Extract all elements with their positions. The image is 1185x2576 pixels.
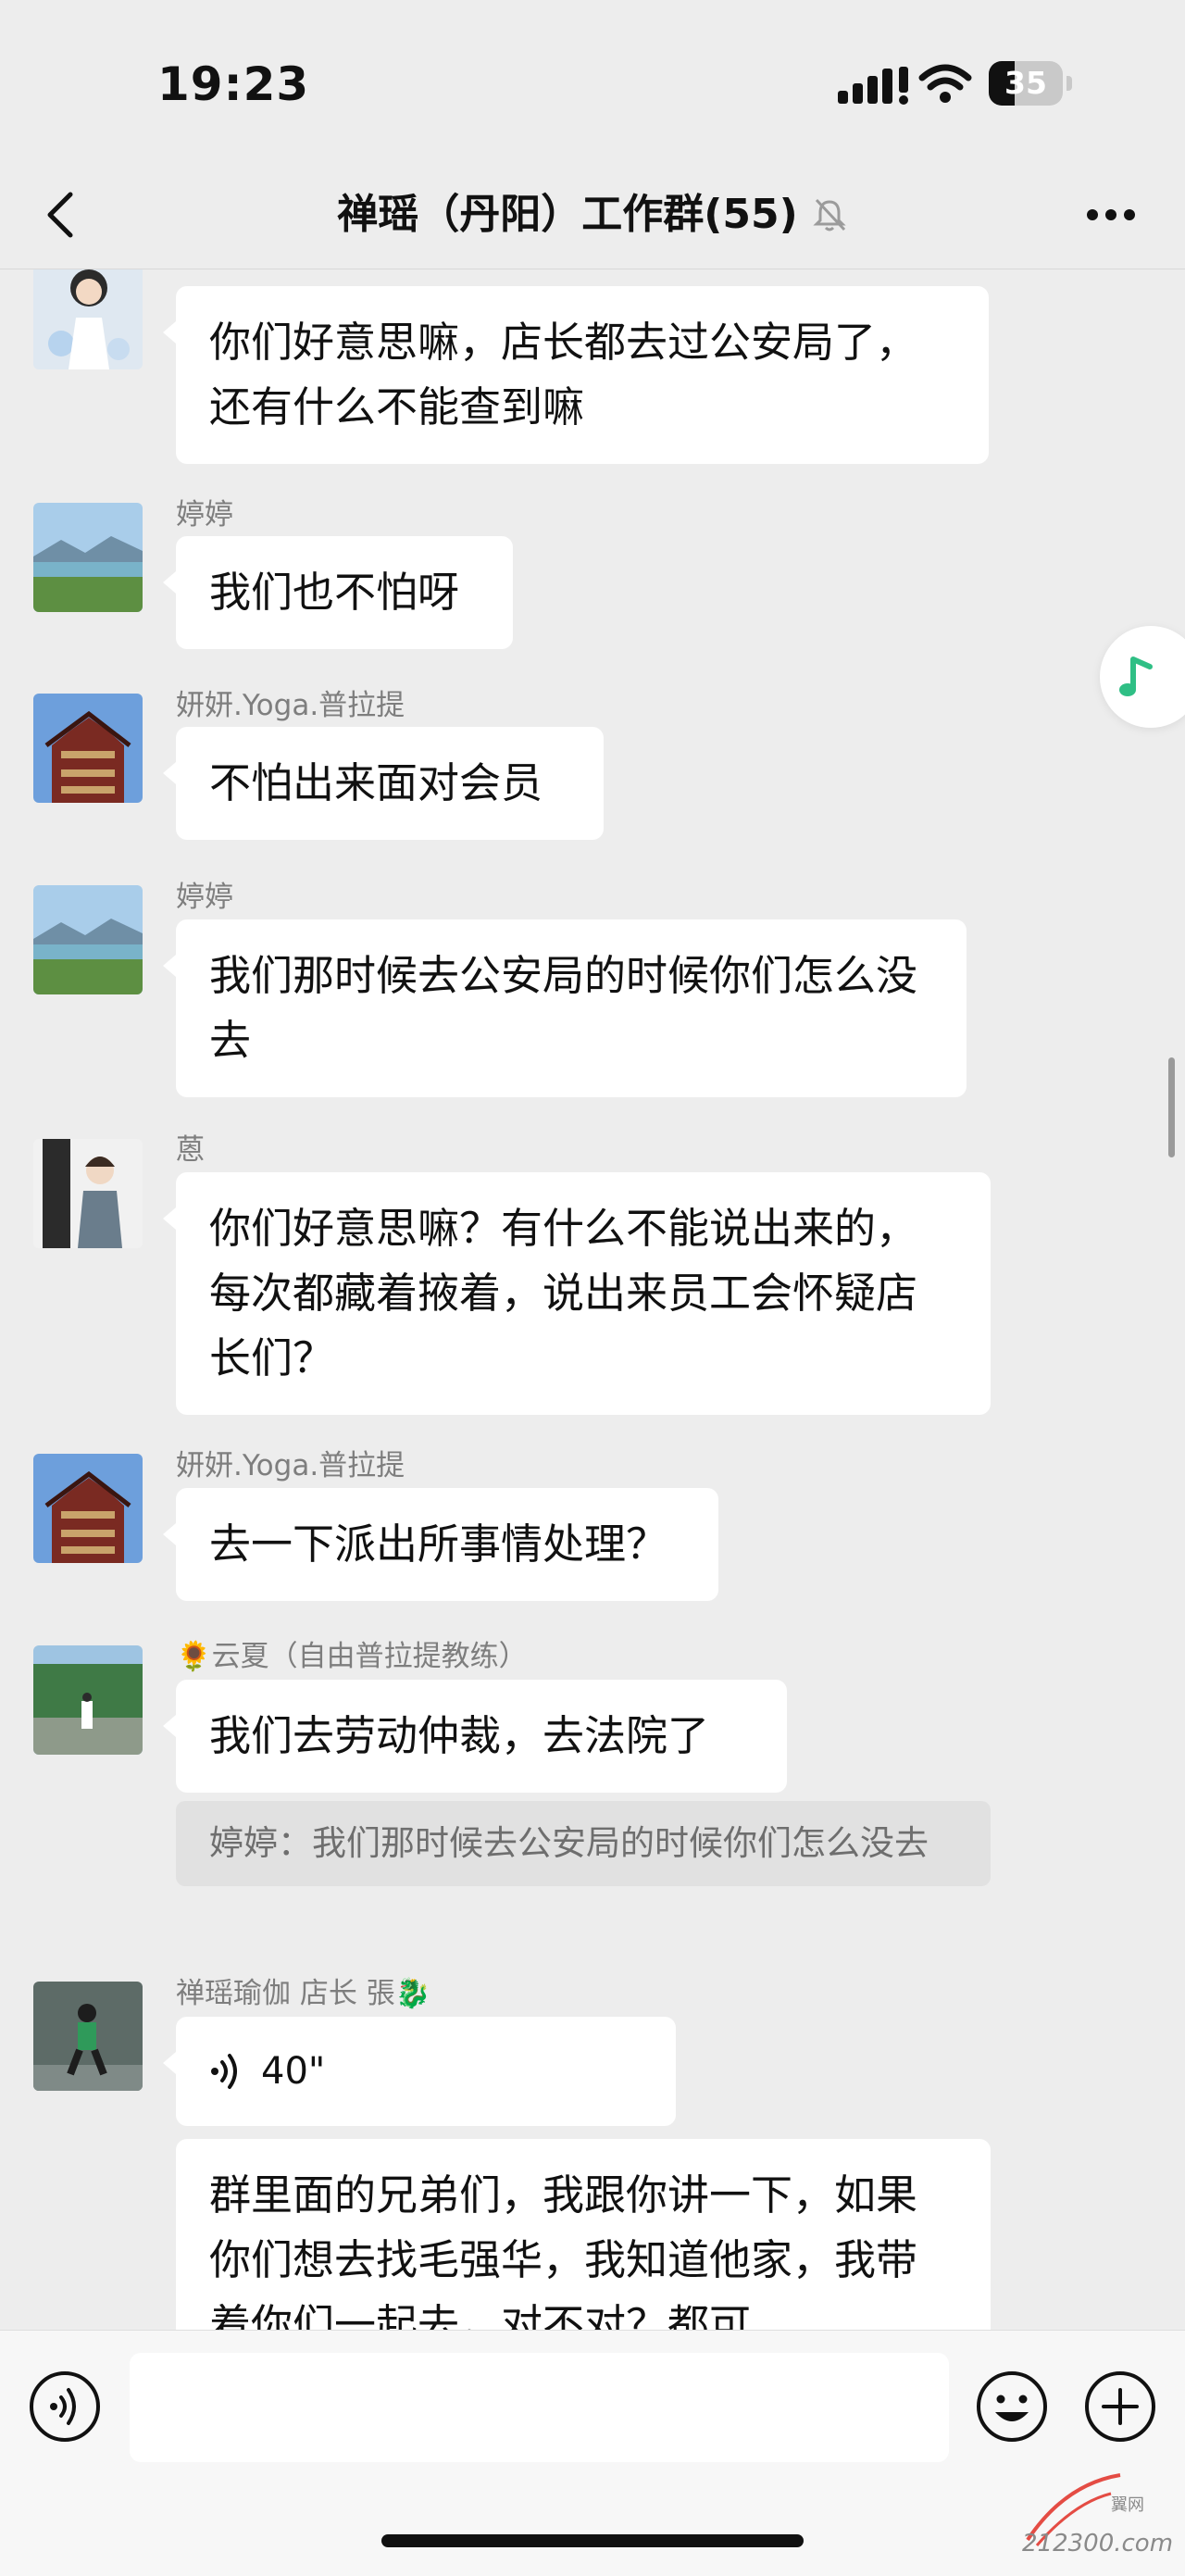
group-name: 禅瑶（丹阳）工作群(55) bbox=[337, 191, 798, 238]
quoted-reply[interactable]: 婷婷：我们那时候去公安局的时候你们怎么没去 bbox=[176, 1801, 991, 1886]
avatar[interactable] bbox=[33, 885, 143, 994]
sender-name: 禅瑶瑜伽 店长 張🐉 bbox=[176, 1977, 431, 2010]
voice-duration: 40" bbox=[261, 2050, 326, 2093]
wifi-icon bbox=[918, 64, 972, 103]
message-input[interactable] bbox=[130, 2353, 949, 2462]
voice-message[interactable]: 40" bbox=[163, 2017, 676, 2126]
quoted-text: 婷婷：我们那时候去公安局的时候你们怎么没去 bbox=[209, 1823, 929, 1863]
sender-name: 蒽 bbox=[176, 1133, 205, 1167]
status-time: 19:23 bbox=[157, 57, 310, 111]
message-text: 去一下派出所事情处理？ bbox=[209, 1519, 668, 1569]
avatar[interactable] bbox=[33, 1139, 143, 1248]
avatar[interactable] bbox=[33, 503, 143, 612]
avatar[interactable] bbox=[33, 1645, 143, 1755]
message-bubble[interactable]: 去一下派出所事情处理？ bbox=[163, 1488, 718, 1601]
avatar[interactable] bbox=[33, 269, 143, 369]
watermark-logo: 翼网 212300.com bbox=[1009, 2466, 1176, 2558]
message-list[interactable]: 你们好意思嘛，店长都去过公安局了，还有什么不能查到嘛 婷婷 我们也不怕呀 妍妍.… bbox=[0, 269, 1185, 2330]
plus-icon[interactable] bbox=[1083, 2370, 1157, 2444]
muted-bell-icon bbox=[813, 198, 846, 231]
watermark-brand: 翼网 bbox=[1111, 2495, 1144, 2515]
sender-name: 婷婷 bbox=[176, 881, 233, 914]
message-bubble[interactable]: 我们也不怕呀 bbox=[163, 536, 513, 649]
battery-indicator: 35 bbox=[989, 61, 1074, 107]
message-bubble[interactable]: 你们好意思嘛，店长都去过公安局了，还有什么不能查到嘛 bbox=[163, 286, 989, 464]
music-note-icon bbox=[1119, 657, 1153, 696]
more-options-icon[interactable] bbox=[1074, 187, 1148, 243]
scrollbar[interactable] bbox=[1168, 1057, 1175, 1157]
sender-name: 🌻云夏（自由普拉提教练） bbox=[176, 1640, 528, 1673]
message-bubble[interactable]: 不怕出来面对会员 bbox=[163, 727, 604, 840]
avatar[interactable] bbox=[33, 1982, 143, 2091]
message-bubble[interactable]: 你们好意思嘛？有什么不能说出来的，每次都藏着掖着，说出来员工会怀疑店长们？ bbox=[163, 1172, 991, 1415]
message-text: 我们也不怕呀 bbox=[209, 568, 460, 617]
chat-header: 禅瑶（丹阳）工作群(55) bbox=[0, 167, 1185, 269]
message-text: 不怕出来面对会员 bbox=[209, 758, 543, 807]
message-text: 我们去劳动仲裁，去法院了 bbox=[209, 1711, 710, 1760]
watermark-site: 212300.com bbox=[1022, 2530, 1173, 2557]
voice-wave-icon bbox=[211, 2054, 237, 2089]
voice-transcript[interactable]: 群里面的兄弟们，我跟你讲一下，如果你们想去找毛强华，我知道他家，我带着你们一起去… bbox=[176, 2139, 991, 2330]
message-bubble[interactable]: 我们那时候去公安局的时候你们怎么没去 bbox=[163, 919, 967, 1097]
status-bar: 19:23 35 bbox=[0, 0, 1185, 167]
battery-level-label: 35 bbox=[1004, 65, 1047, 101]
message-bubble[interactable]: 我们去劳动仲裁，去法院了 bbox=[163, 1680, 787, 1793]
emoji-icon[interactable] bbox=[975, 2370, 1049, 2444]
home-indicator bbox=[381, 2534, 804, 2547]
sender-name: 妍妍.Yoga.普拉提 bbox=[176, 689, 405, 722]
avatar[interactable] bbox=[33, 1454, 143, 1563]
cellular-signal-icon bbox=[838, 67, 908, 105]
message-text: 你们好意思嘛？有什么不能说出来的，每次都藏着掖着，说出来员工会怀疑店长们？ bbox=[209, 1204, 918, 1382]
message-text: 你们好意思嘛，店长都去过公安局了，还有什么不能查到嘛 bbox=[209, 318, 918, 431]
message-text: 群里面的兄弟们，我跟你讲一下，如果你们想去找毛强华，我知道他家，我带着你们一起去… bbox=[209, 2170, 918, 2330]
message-text: 我们那时候去公安局的时候你们怎么没去 bbox=[209, 951, 918, 1065]
chat-title: 禅瑶（丹阳）工作群(55) bbox=[0, 187, 1185, 243]
avatar[interactable] bbox=[33, 694, 143, 803]
sender-name: 婷婷 bbox=[176, 498, 233, 531]
sender-name: 妍妍.Yoga.普拉提 bbox=[176, 1449, 405, 1482]
voice-input-icon[interactable] bbox=[28, 2370, 102, 2444]
